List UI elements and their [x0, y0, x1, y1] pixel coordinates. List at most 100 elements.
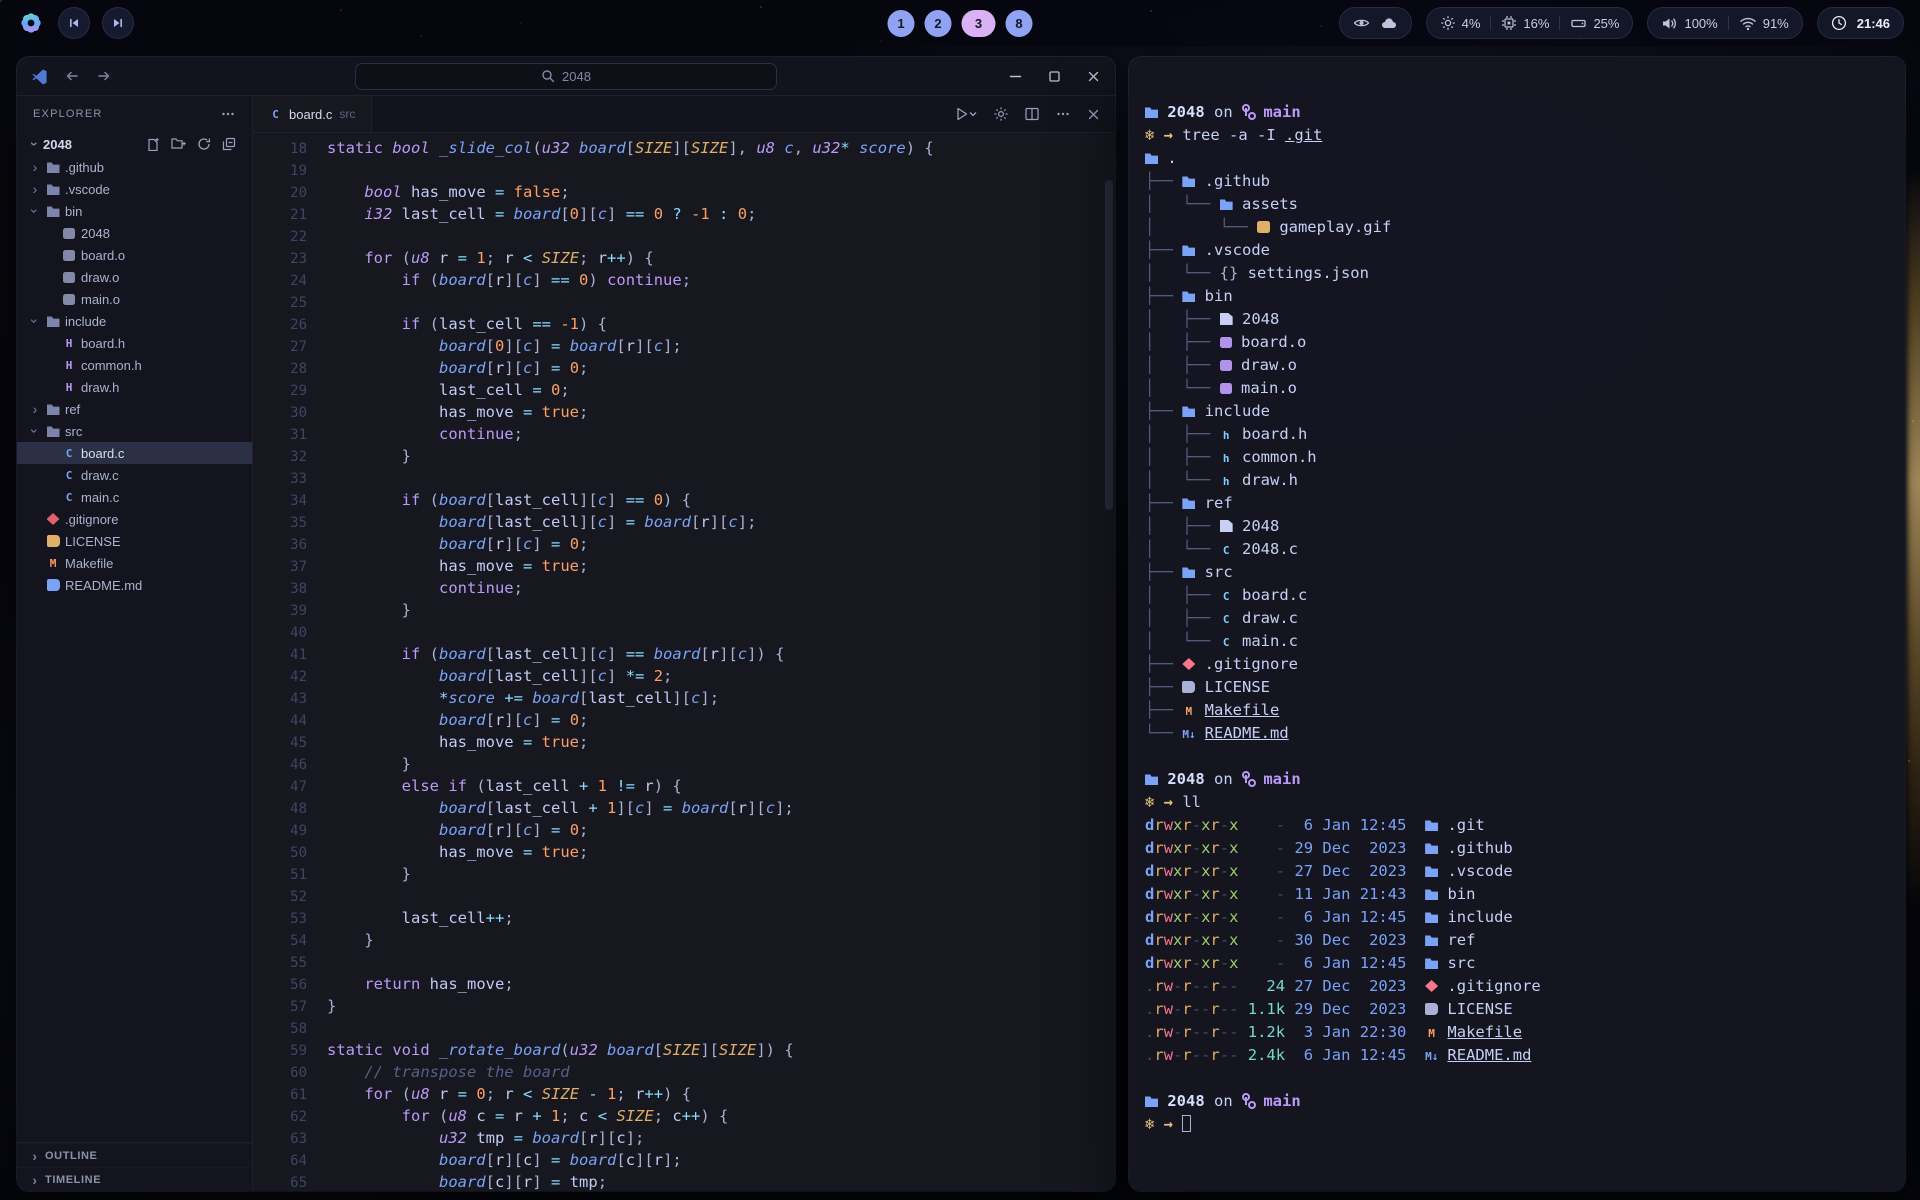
clock-widget[interactable]: 21:46 — [1817, 7, 1904, 39]
text-token — [327, 513, 439, 531]
workspace-8[interactable]: 8 — [1006, 10, 1033, 37]
text-token: d — [1145, 816, 1154, 834]
minimize-icon[interactable] — [1008, 69, 1023, 84]
audio-network-widget[interactable]: 100% 91% — [1647, 7, 1802, 39]
settings-gear-icon[interactable] — [993, 106, 1009, 122]
sidebar-item-label: draw.c — [81, 468, 119, 483]
folder-icon — [1182, 175, 1195, 187]
sidebar-item-.gitignore[interactable]: .gitignore — [17, 508, 252, 530]
sidebar-item-draw.o[interactable]: draw.o — [17, 266, 252, 288]
text-token: continue — [439, 425, 514, 443]
text-token: 1 — [598, 777, 617, 795]
sidebar-item-common.h[interactable]: Hcommon.h — [17, 354, 252, 376]
sidebar-item-draw.c[interactable]: Cdraw.c — [17, 464, 252, 486]
sidebar-item-bin[interactable]: ›bin — [17, 200, 252, 222]
more-actions-icon[interactable] — [1055, 106, 1071, 122]
code-editor[interactable]: 18static bool _slide_col(u32 board[SIZE]… — [253, 133, 1115, 1191]
media-prev-button[interactable] — [58, 7, 90, 39]
timeline-section[interactable]: › TIMELINE — [17, 1167, 252, 1191]
outline-section[interactable]: › OUTLINE — [17, 1143, 252, 1167]
text-token: r — [1154, 885, 1163, 903]
more-actions-icon[interactable] — [220, 106, 236, 122]
workspace-1[interactable]: 1 — [888, 10, 915, 37]
close-editor-icon[interactable] — [1086, 107, 1101, 122]
text-token: r — [1182, 931, 1191, 949]
text-token: on — [1205, 770, 1242, 788]
project-root-row[interactable]: › 2048 — [17, 132, 252, 156]
new-file-icon[interactable] — [146, 137, 160, 151]
folder-icon — [43, 403, 63, 415]
text-token — [327, 491, 402, 509]
command-center-search[interactable]: 2048 — [355, 63, 777, 90]
c-source-file-icon: C — [59, 469, 79, 482]
scrollbar-thumb[interactable] — [1105, 180, 1113, 510]
refresh-icon[interactable] — [197, 137, 211, 151]
sidebar-item-src[interactable]: ›src — [17, 420, 252, 442]
sidebar-item-board.c[interactable]: Cboard.c — [17, 442, 252, 464]
terminal-output[interactable]: 2048 on main❄ → tree -a -I .git .├── .gi… — [1129, 57, 1905, 1136]
text-token: ][ — [504, 337, 523, 355]
text-token: .git — [1285, 126, 1322, 144]
system-stats-widget[interactable]: 4% 16% 25% — [1426, 7, 1634, 39]
text-token: . — [1145, 977, 1154, 995]
weather-widget[interactable] — [1339, 7, 1412, 39]
text-token: u32 — [439, 1129, 476, 1147]
sidebar-item-include[interactable]: ›include — [17, 310, 252, 332]
sidebar-item-draw.h[interactable]: Hdraw.h — [17, 376, 252, 398]
workspace-3[interactable]: 3 — [962, 10, 996, 37]
run-code-icon[interactable] — [954, 106, 978, 122]
text-token: = — [523, 403, 542, 421]
back-arrow-icon[interactable] — [64, 68, 80, 84]
maximize-icon[interactable] — [1047, 69, 1062, 84]
volume-stat: 100% — [1661, 16, 1717, 31]
text-token: } — [402, 601, 411, 619]
sidebar-item-README.md[interactable]: README.md — [17, 574, 252, 596]
forward-arrow-icon[interactable] — [96, 68, 112, 84]
editor-titlebar[interactable]: 2048 — [17, 57, 1115, 96]
sidebar-item-Makefile[interactable]: MMakefile — [17, 552, 252, 574]
text-token: c — [523, 535, 532, 553]
sidebar-item-board.h[interactable]: Hboard.h — [17, 332, 252, 354]
text-token — [327, 667, 439, 685]
code-text: for (u8 r = 1; r < SIZE; r++) { — [327, 249, 654, 267]
text-token — [1406, 816, 1425, 834]
tab-path-hint: src — [339, 107, 355, 121]
text-token: 29 Dec 2023 — [1285, 839, 1406, 857]
text-token: ][ — [504, 271, 523, 289]
text-token — [327, 777, 402, 795]
sidebar-item-LICENSE[interactable]: LICENSE — [17, 530, 252, 552]
sidebar-item-.github[interactable]: ›.github — [17, 156, 252, 178]
workspace-2[interactable]: 2 — [925, 10, 952, 37]
text-token: [ — [486, 337, 495, 355]
sidebar-item-.vscode[interactable]: ›.vscode — [17, 178, 252, 200]
sidebar-item-ref[interactable]: ›ref — [17, 398, 252, 420]
text-token: ├── — [1145, 701, 1182, 719]
new-folder-icon[interactable] — [171, 137, 186, 150]
text-token: r — [1210, 977, 1219, 995]
text-token: r — [598, 249, 607, 267]
sidebar-item-main.c[interactable]: Cmain.c — [17, 486, 252, 508]
text-token: ] — [532, 711, 551, 729]
text-token: = — [495, 183, 514, 201]
text-token — [327, 271, 402, 289]
code-text: } — [327, 865, 411, 883]
sidebar-item-board.o[interactable]: board.o — [17, 244, 252, 266]
disk-stat: 25% — [1570, 15, 1619, 31]
collapse-all-icon[interactable] — [222, 137, 236, 151]
text-token: for — [364, 249, 401, 267]
text-token: Makefile — [1205, 701, 1280, 719]
text-token: u8 — [411, 249, 439, 267]
text-token: ]; — [775, 799, 794, 817]
text-token — [327, 249, 364, 267]
text-token: │ ├── — [1145, 586, 1220, 604]
media-next-button[interactable] — [102, 7, 134, 39]
sidebar-item-2048[interactable]: 2048 — [17, 222, 252, 244]
launcher-button[interactable] — [16, 8, 46, 38]
editor-scrollbar[interactable] — [1105, 180, 1113, 1181]
text-token: ) { — [579, 315, 607, 333]
split-editor-icon[interactable] — [1024, 106, 1040, 122]
tab-board.c[interactable]: C board.c src — [253, 96, 372, 132]
sidebar-item-main.o[interactable]: main.o — [17, 288, 252, 310]
close-icon[interactable] — [1086, 69, 1101, 84]
line-number: 34 — [253, 490, 327, 512]
